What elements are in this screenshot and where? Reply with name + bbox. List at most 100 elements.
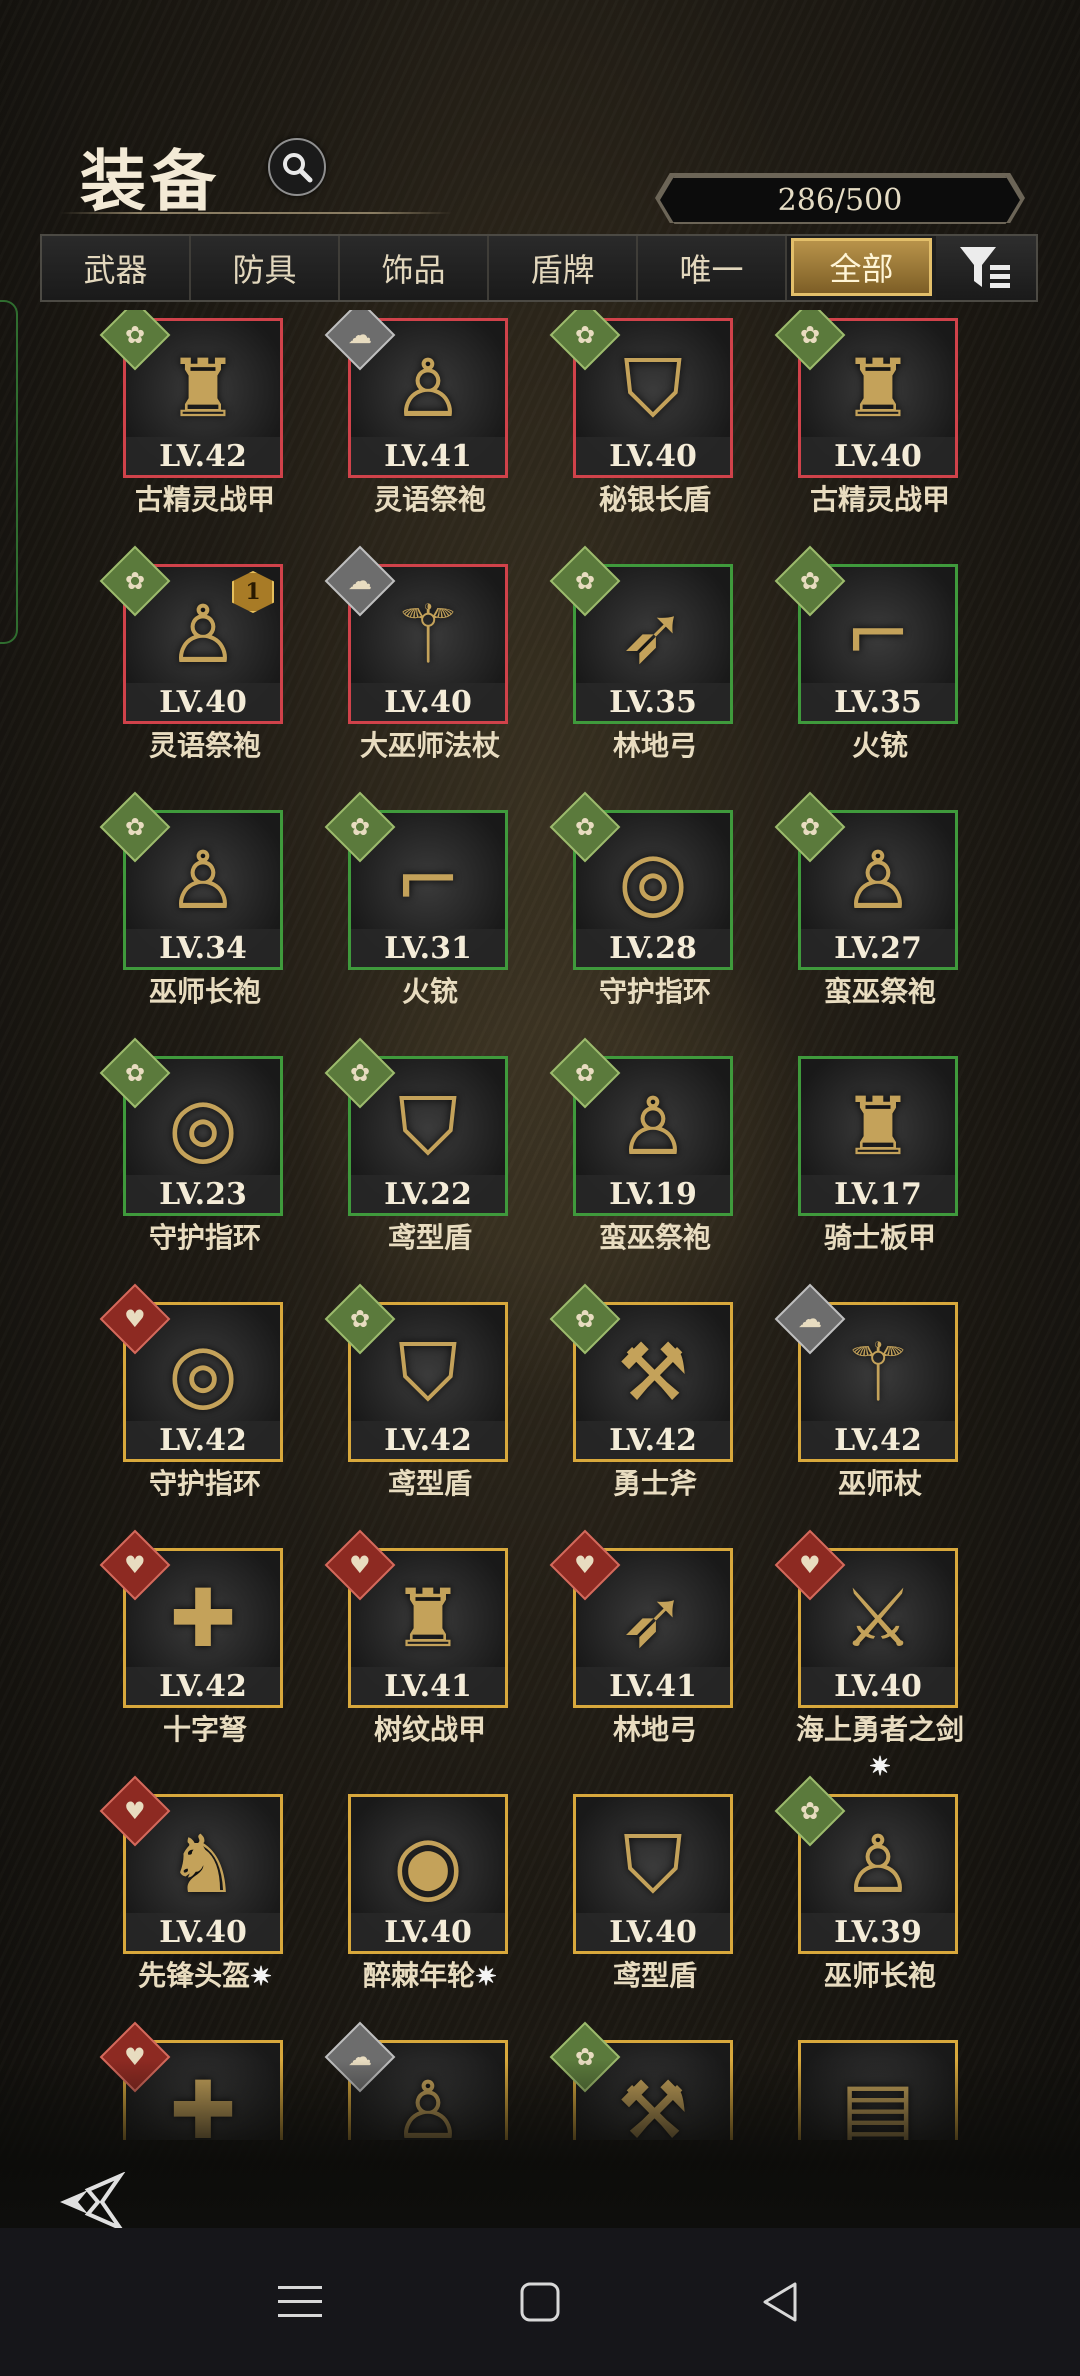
item-level: LV.42 [351,1421,505,1459]
item-level: LV.17 [801,1175,955,1213]
item-level: LV.41 [351,437,505,475]
item-name: 秘银长盾 [540,482,770,518]
equipment-item[interactable]: ⚔ LV.40 ♥ 海上勇者之剑 ✷ [774,1529,995,1782]
sparkle-icon: ✷ [250,1962,272,1992]
equipment-item[interactable]: ➶ LV.35 ✿ 林地弓 [549,545,770,776]
item-level: LV.42 [126,437,280,475]
item-name: 火铳 [765,728,995,764]
item-level: LV.39 [801,1913,955,1951]
item-name: 鸢型盾 [315,1220,545,1256]
equipment-item[interactable]: ⚚ LV.42 ☁ 巫师杖 [774,1283,995,1514]
armor-icon: ♜ [842,341,914,435]
equipment-item[interactable]: ♙ LV.40 1 ✿ 灵语祭袍 [99,545,320,776]
item-name-text: 古精灵战甲 [134,483,275,516]
equipment-item[interactable]: ♙ LV.39 ✿ 巫师长袍 [774,1775,995,2006]
equipment-item[interactable]: ♜ LV.17 骑士板甲 [785,1048,995,1268]
equipment-item[interactable]: ♙ LV.19 ✿ 蛮巫祭袍 [549,1037,770,1268]
logo-icon [60,2171,126,2233]
tab-armor[interactable]: 防具 [191,236,340,300]
item-name: 大巫师法杖 [315,728,545,764]
equipment-item[interactable]: ◎ LV.23 ✿ 守护指环 [99,1037,320,1268]
item-level: LV.40 [351,1913,505,1951]
equipment-item[interactable]: ◎ LV.28 ✿ 守护指环 [549,791,770,1022]
sword-icon: ⚔ [842,1571,914,1665]
ring-icon: ◎ [168,1079,238,1173]
item-level: LV.35 [801,683,955,721]
item-name-text: 蛮巫祭袍 [823,975,936,1008]
tab-all[interactable]: 全部 [791,238,932,296]
item-name-text: 树纹战甲 [373,1713,486,1746]
item-name: 巫师长袍 [90,974,320,1010]
equipment-item[interactable]: ✚ LV.42 ♥ 十字弩 [99,1529,320,1760]
equipment-item[interactable]: ◉ LV.40 醉棘年轮✷ [335,1786,545,2006]
equipment-item[interactable]: ♙ LV.27 ✿ 蛮巫祭袍 [774,791,995,1022]
item-name-text: 勇士斧 [612,1467,697,1500]
equipment-item[interactable]: ♜ LV.40 ✿ 古精灵战甲 [774,310,995,530]
item-level: LV.40 [576,1913,730,1951]
robe-icon: ♙ [842,833,914,927]
nav-menu-button[interactable] [270,2272,330,2332]
round-shield-icon: ◉ [393,1817,463,1911]
equipment-item[interactable]: ⛉ LV.22 ✿ 鸢型盾 [324,1037,545,1268]
equipment-item[interactable]: ⌐ LV.31 ✿ 火铳 [324,791,545,1022]
item-level: LV.35 [576,683,730,721]
search-button[interactable] [268,138,326,196]
equipment-item[interactable]: ♜ LV.41 ♥ 树纹战甲 [324,1529,545,1760]
tab-shields[interactable]: 盾牌 [489,236,638,300]
item-name: 树纹战甲 [315,1712,545,1748]
item-name-text: 巫师长袍 [823,1959,936,1992]
item-level: LV.40 [126,683,280,721]
item-level: LV.41 [351,1667,505,1705]
back-triangle-icon [763,2282,797,2322]
item-level: LV.40 [351,683,505,721]
item-name: 巫师长袍 [765,1958,995,1994]
item-level: LV.28 [576,929,730,967]
bottom-fade [0,2060,1080,2230]
nav-back-button[interactable] [750,2272,810,2332]
equipment-card[interactable]: ⛉ LV.40 [573,1794,733,1954]
equipment-item[interactable]: ♜ LV.42 ✿ 古精灵战甲 [99,310,320,530]
item-level: LV.41 [576,1667,730,1705]
tab-unique[interactable]: 唯一 [638,236,787,300]
bow-icon: ➶ [619,587,687,681]
item-name: 林地弓 [540,728,770,764]
item-name: 灵语祭袍 [315,482,545,518]
staff-icon: ⚚ [392,587,464,681]
equipment-item[interactable]: ➶ LV.41 ♥ 林地弓 [549,1529,770,1760]
item-name-text: 蛮巫祭袍 [598,1221,711,1254]
item-level: LV.22 [351,1175,505,1213]
filter-sort-button[interactable] [936,236,1036,300]
item-name-text: 火铳 [851,729,908,762]
item-name: 醉棘年轮✷ [315,1958,545,1995]
equipment-item[interactable]: ⚒ LV.42 ✿ 勇士斧 [549,1283,770,1514]
equipment-item[interactable]: ⚚ LV.40 ☁ 大巫师法杖 [324,545,545,776]
item-level: LV.40 [801,1667,955,1705]
nav-home-button[interactable] [510,2272,570,2332]
sparkle-icon: ✷ [869,1752,891,1782]
equipment-item[interactable]: ♙ LV.41 ☁ 灵语祭袍 [324,310,545,530]
item-name-text: 骑士板甲 [823,1221,936,1254]
item-name-text: 鸢型盾 [387,1221,472,1254]
equipment-card[interactable]: ◉ LV.40 [348,1794,508,1954]
armor-icon: ♜ [842,1079,914,1173]
page-title: 装备 [80,142,220,220]
equipment-item[interactable]: ◎ LV.42 ♥ 守护指环 [99,1283,320,1514]
shield-icon: ⛉ [623,341,683,435]
item-name: 蛮巫祭袍 [540,1220,770,1256]
equipment-item[interactable]: ♞ LV.40 ♥ 先锋头盔✷ [99,1775,320,2006]
armor-icon: ♜ [167,341,239,435]
equipment-card[interactable]: ♜ LV.17 [798,1056,958,1216]
item-name-text: 守护指环 [598,975,711,1008]
robe-icon: ♙ [167,833,239,927]
search-icon [283,153,313,183]
item-name: 巫师杖 [765,1466,995,1502]
tab-weapons[interactable]: 武器 [42,236,191,300]
equipment-item[interactable]: ♙ LV.34 ✿ 巫师长袍 [99,791,320,1022]
equipment-item[interactable]: ⌐ LV.35 ✿ 火铳 [774,545,995,776]
equipment-item[interactable]: ⛉ LV.42 ✿ 鸢型盾 [324,1283,545,1514]
equipment-item[interactable]: ⛉ LV.40 ✿ 秘银长盾 [549,310,770,530]
crossbow-icon: ✚ [169,1571,237,1665]
bow-icon: ➶ [619,1571,687,1665]
tab-accessories[interactable]: 饰品 [340,236,489,300]
equipment-item[interactable]: ⛉ LV.40 鸢型盾 [560,1786,770,2006]
